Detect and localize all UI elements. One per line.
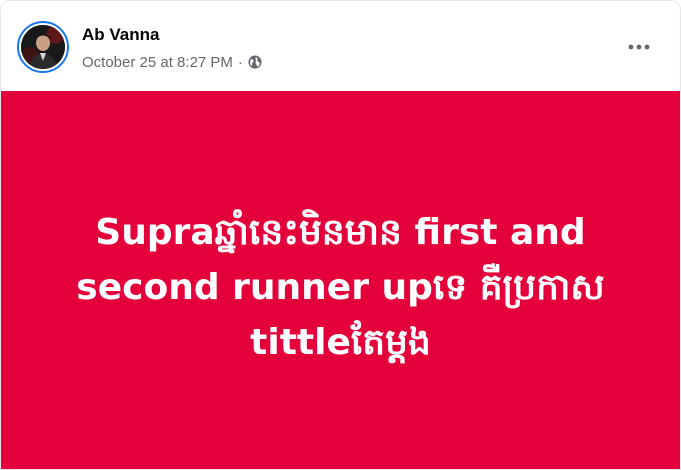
- avatar[interactable]: [17, 21, 69, 73]
- post-text: Supraឆ្នាំនេះមិនមាន first and second run…: [41, 205, 641, 370]
- globe-icon[interactable]: [248, 55, 262, 69]
- post-text-line: Supraឆ្នាំនេះមិនមាន first and: [95, 212, 586, 253]
- meta-separator: ·: [237, 53, 243, 71]
- facebook-post: Ab Vanna October 25 at 8:27 PM · Supraឆ្…: [0, 0, 681, 470]
- author-name[interactable]: Ab Vanna: [82, 25, 159, 45]
- more-options-button[interactable]: [621, 29, 657, 65]
- profile-photo-icon: [21, 25, 65, 69]
- post-text-line: second runner upទេ គឺប្រកាស: [76, 267, 605, 308]
- ellipsis-icon: [628, 44, 650, 50]
- post-meta: October 25 at 8:27 PM ·: [82, 52, 262, 72]
- post-text-line: tittleតែម្តង: [250, 322, 431, 363]
- post-background-card: Supraឆ្នាំនេះមិនមាន first and second run…: [1, 91, 680, 469]
- post-timestamp[interactable]: October 25 at 8:27 PM: [82, 54, 233, 71]
- post-header: Ab Vanna October 25 at 8:27 PM ·: [1, 1, 680, 91]
